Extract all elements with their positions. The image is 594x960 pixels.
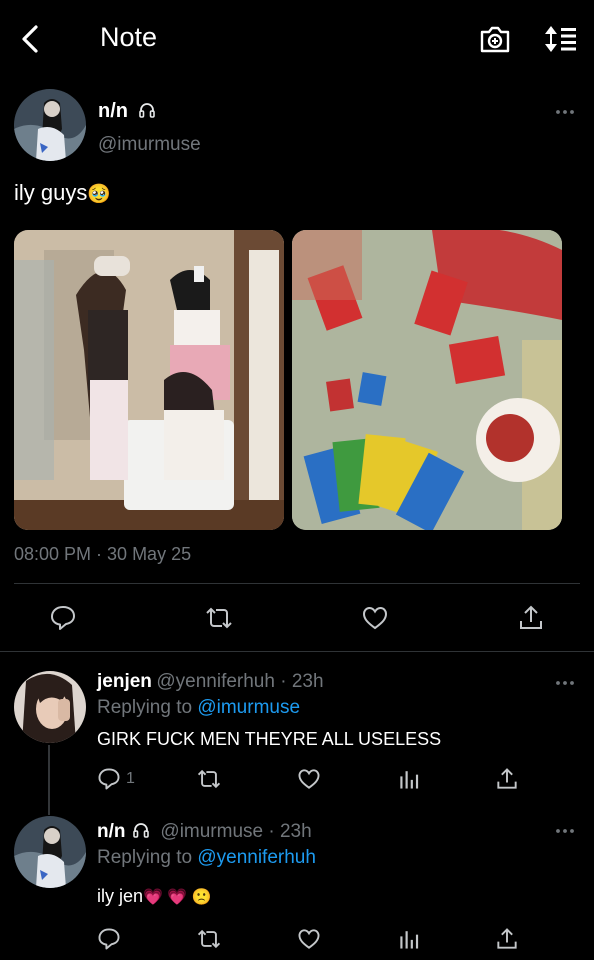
share-button[interactable] xyxy=(494,766,520,792)
sort-icon xyxy=(545,26,576,52)
tweet-photo-mirror[interactable] xyxy=(14,230,284,530)
more-button[interactable] xyxy=(553,106,577,118)
headphones-icon xyxy=(138,103,155,118)
reply-author-name[interactable]: n/n xyxy=(97,821,126,842)
replying-to-link[interactable]: @yenniferhuh xyxy=(197,847,316,868)
retweet-icon xyxy=(206,607,232,629)
replying-to-label: Replying to xyxy=(97,697,193,718)
replying-to-link[interactable]: @imurmuse xyxy=(197,697,300,718)
author-name-text: n/n xyxy=(98,100,128,122)
reply-handle-time[interactable]: @imurmuse · 23h xyxy=(160,821,311,842)
analytics-button[interactable] xyxy=(396,926,422,952)
retweet-button[interactable] xyxy=(196,926,222,952)
reply-header: n/n @imurmuse · 23h xyxy=(97,821,312,843)
tweet-emoji: 🥹 xyxy=(87,184,112,205)
camera-button[interactable] xyxy=(478,22,512,56)
reply-button[interactable] xyxy=(96,766,122,792)
camera-icon xyxy=(480,26,510,53)
avatar-image xyxy=(14,671,86,743)
photo-image xyxy=(292,230,562,530)
reply-icon xyxy=(51,606,75,630)
photo-image xyxy=(14,230,284,530)
reply-text: ily jen💗 💗 🙁 xyxy=(97,886,212,907)
reply-header: jenjen @yenniferhuh · 23h xyxy=(97,671,324,693)
avatar-image xyxy=(14,89,86,161)
retweet-button[interactable] xyxy=(204,603,234,633)
share-icon xyxy=(520,605,542,629)
more-icon xyxy=(556,829,574,833)
reply-text-content: ily jen xyxy=(97,886,144,906)
avatar[interactable] xyxy=(14,816,86,888)
retweet-icon xyxy=(197,929,221,949)
page-title: Note xyxy=(100,22,158,52)
divider xyxy=(14,583,580,584)
avatar[interactable] xyxy=(14,671,86,743)
headphones-icon xyxy=(133,823,149,838)
chevron-left-icon xyxy=(22,25,38,53)
replying-to: Replying to @imurmuse xyxy=(97,697,300,719)
retweet-icon xyxy=(197,769,221,789)
like-icon xyxy=(298,769,320,789)
thread-line xyxy=(48,745,50,815)
share-button[interactable] xyxy=(494,926,520,952)
tweet-timestamp: 08:00 PM · 30 May 25 xyxy=(14,544,192,564)
share-button[interactable] xyxy=(516,603,546,633)
back-button[interactable] xyxy=(14,22,48,56)
more-icon xyxy=(556,681,574,685)
like-button[interactable] xyxy=(296,766,322,792)
replying-to-label: Replying to xyxy=(97,847,193,868)
more-button[interactable] xyxy=(553,825,577,837)
avatar[interactable] xyxy=(14,89,86,161)
tweet-text: ily guys🥹 xyxy=(14,180,111,206)
avatar-image xyxy=(14,816,86,888)
like-button[interactable] xyxy=(360,603,390,633)
divider xyxy=(0,651,594,652)
like-icon xyxy=(362,606,388,630)
sort-button[interactable] xyxy=(542,22,580,56)
reply-button[interactable] xyxy=(48,603,78,633)
reply-count: 1 xyxy=(126,770,135,787)
author-name[interactable]: n/n xyxy=(98,100,156,123)
share-icon xyxy=(497,928,517,949)
replying-to: Replying to @yenniferhuh xyxy=(97,847,316,869)
reply-icon xyxy=(98,928,120,950)
reply-button[interactable] xyxy=(96,926,122,952)
more-button[interactable] xyxy=(553,677,577,689)
analytics-icon xyxy=(400,931,419,949)
tweet-text-content: ily guys xyxy=(14,180,88,205)
like-button[interactable] xyxy=(296,926,322,952)
reply-icon xyxy=(98,768,120,790)
reply-emojis: 💗 💗 🙁 xyxy=(143,889,212,906)
reply-handle-time[interactable]: @yenniferhuh · 23h xyxy=(156,671,323,692)
author-handle[interactable]: @imurmuse xyxy=(98,134,201,156)
like-icon xyxy=(298,929,320,949)
analytics-icon xyxy=(400,771,419,789)
retweet-button[interactable] xyxy=(196,766,222,792)
reply-text: GIRK FUCK MEN THEYRE ALL USELESS xyxy=(97,729,442,749)
tweet-photo-cards[interactable] xyxy=(292,230,562,530)
more-icon xyxy=(556,110,574,114)
reply-author-name[interactable]: jenjen xyxy=(97,671,152,692)
analytics-button[interactable] xyxy=(396,766,422,792)
share-icon xyxy=(497,768,517,789)
